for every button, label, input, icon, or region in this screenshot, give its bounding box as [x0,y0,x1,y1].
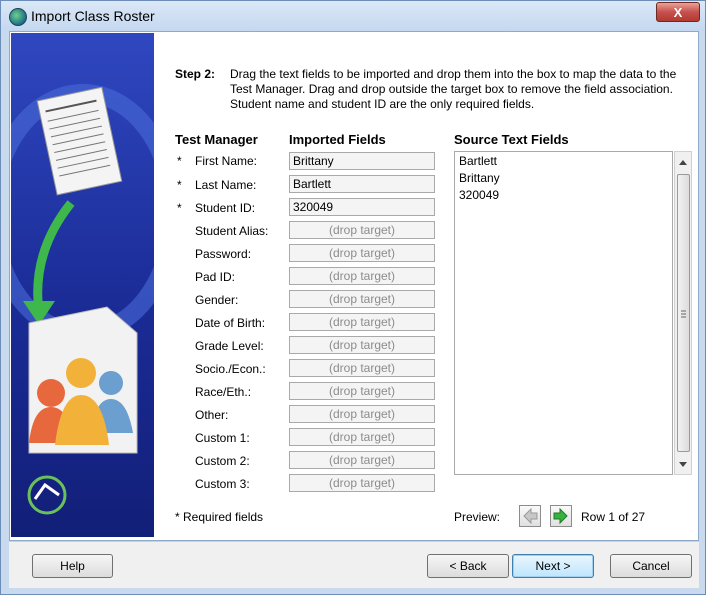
required-marker: * [177,178,182,192]
scroll-up-icon[interactable] [675,154,691,170]
close-button[interactable]: X [656,2,700,22]
import-illustration-icon [11,84,154,515]
source-item[interactable]: 320049 [459,188,499,202]
preview-previous-button[interactable] [519,505,541,527]
custom-3-drop-target[interactable]: (drop target) [289,474,435,492]
next-button[interactable]: Next > [512,554,594,578]
preview-label: Preview: [454,510,501,524]
arrow-right-icon [553,507,568,525]
wizard-sidebar-illustration [11,33,154,537]
field-label-custom-2: Custom 2: [195,454,250,468]
password-drop-target[interactable]: (drop target) [289,244,435,262]
step-instructions: Drag the text fields to be imported and … [230,67,677,111]
first-name-drop-target[interactable]: Brittany [289,152,435,170]
preview-next-button[interactable] [550,505,572,527]
cancel-button[interactable]: Cancel [610,554,692,578]
window-title: Import Class Roster [31,8,155,24]
back-button[interactable]: < Back [427,554,509,578]
field-label-socio-econ: Socio./Econ.: [195,362,266,376]
pad-id-drop-target[interactable]: (drop target) [289,267,435,285]
help-button[interactable]: Help [32,554,113,578]
title-bar[interactable]: Import Class Roster X [1,1,705,31]
field-label-race-eth: Race/Eth.: [195,385,252,399]
date-of-birth-drop-target[interactable]: (drop target) [289,313,435,331]
grip-icon [681,310,686,318]
test-manager-column-header: Test Manager [175,132,258,147]
import-dialog-window: Import Class Roster X Step 2: Drag the t… [0,0,706,595]
required-marker: * [177,154,182,168]
source-item[interactable]: Bartlett [459,154,497,168]
source-text-fields-list[interactable]: Bartlett Brittany 320049 [454,151,673,475]
required-fields-note: * Required fields [175,510,264,524]
race-eth-drop-target[interactable]: (drop target) [289,382,435,400]
step-label: Step 2: [175,67,216,81]
custom-2-drop-target[interactable]: (drop target) [289,451,435,469]
field-label-first-name: First Name: [195,154,258,168]
source-list-scrollbar[interactable] [674,151,692,475]
custom-1-drop-target[interactable]: (drop target) [289,428,435,446]
field-label-custom-3: Custom 3: [195,477,250,491]
student-id-drop-target[interactable]: 320049 [289,198,435,216]
preview-row-indicator: Row 1 of 27 [581,510,646,524]
field-label-custom-1: Custom 1: [195,431,250,445]
field-label-password: Password: [195,247,252,261]
grade-level-drop-target[interactable]: (drop target) [289,336,435,354]
required-marker: * [177,201,182,215]
field-label-date-of-birth: Date of Birth: [195,316,266,330]
other-drop-target[interactable]: (drop target) [289,405,435,423]
scroll-down-icon[interactable] [675,456,691,472]
field-label-last-name: Last Name: [195,178,257,192]
scrollbar-thumb[interactable] [677,174,690,452]
field-label-pad-id: Pad ID: [195,270,236,284]
source-text-fields-header: Source Text Fields [454,132,569,147]
field-label-student-alias: Student Alias: [195,224,269,238]
arrow-left-icon [523,507,538,525]
field-label-other: Other: [195,408,229,422]
field-label-gender: Gender: [195,293,239,307]
app-icon [9,8,27,26]
source-item[interactable]: Brittany [459,171,500,185]
field-label-student-id: Student ID: [195,201,256,215]
imported-fields-column-header: Imported Fields [289,132,386,147]
gender-drop-target[interactable]: (drop target) [289,290,435,308]
field-label-grade-level: Grade Level: [195,339,264,353]
last-name-drop-target[interactable]: Bartlett [289,175,435,193]
student-alias-drop-target[interactable]: (drop target) [289,221,435,239]
socio-econ-drop-target[interactable]: (drop target) [289,359,435,377]
